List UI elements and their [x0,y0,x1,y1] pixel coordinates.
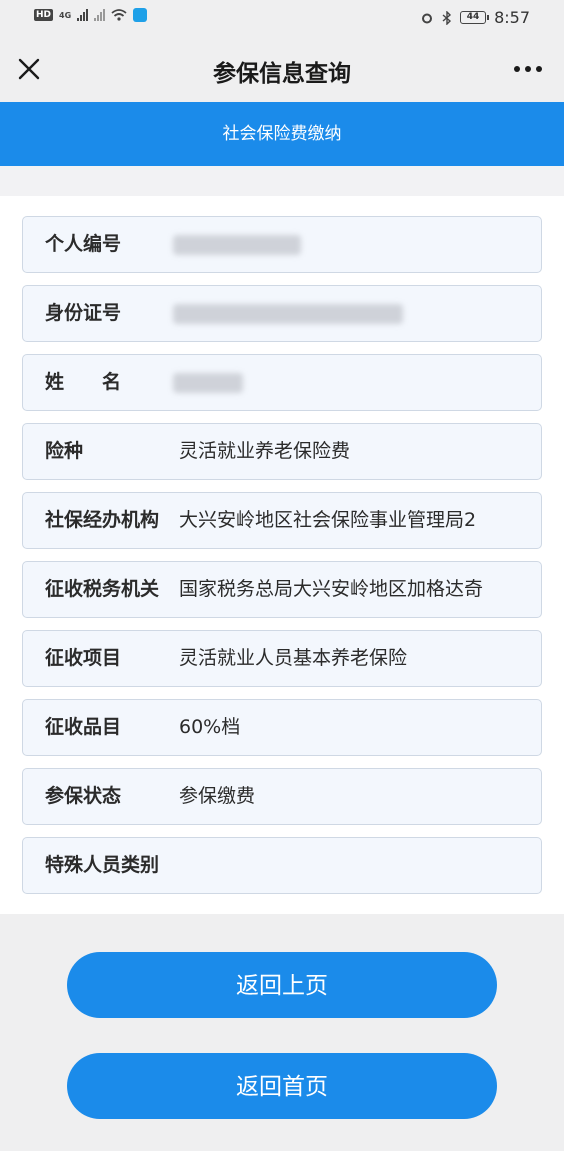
battery-icon: 44 [460,11,490,24]
info-panel: 个人编号 身份证号 姓 名 险种 灵活就业养老保险费 社保经办机构 大兴安岭地区… [0,196,564,914]
network-type: 4G [59,10,72,20]
divider-strip [0,166,564,196]
info-row-id-number: 身份证号 [22,285,542,342]
redacted-value [173,235,301,255]
field-label: 特殊人员类别 [45,854,160,876]
field-value: 60%档 [179,716,241,738]
field-label: 征收税务机关 [45,578,160,600]
bluetooth-icon [442,10,452,25]
info-row-levy-item: 征收项目 灵活就业人员基本养老保险 [22,630,542,687]
more-menu-icon[interactable] [514,66,542,72]
signal-icon [77,9,89,21]
back-home-button[interactable]: 返回首页 [67,1053,497,1119]
info-row-levy-category: 征收品目 60%档 [22,699,542,756]
field-label: 社保经办机构 [45,509,160,531]
info-row-personal-id: 个人编号 [22,216,542,273]
button-area: 返回上页 返回首页 [0,914,564,1151]
info-row-special-category: 特殊人员类别 [22,837,542,894]
info-row-insurance-type: 险种 灵活就业养老保险费 [22,423,542,480]
status-right: 44 8:57 [420,8,530,27]
redacted-value [173,373,243,393]
page-title: 参保信息查询 [213,61,351,87]
wifi-icon [111,9,127,21]
app-notification-icon [133,8,148,22]
field-value: 大兴安岭地区社会保险事业管理局2 [179,509,477,531]
field-label: 征收项目 [45,647,122,669]
field-value [179,838,529,893]
redacted-value [173,304,403,324]
section-banner: 社会保险费缴纳 [0,102,564,166]
clock: 8:57 [494,8,530,27]
hd-badge: HD [34,9,54,21]
info-row-name: 姓 名 [22,354,542,411]
field-label: 身份证号 [45,302,122,324]
signal-icon-2 [94,9,106,21]
field-label: 参保状态 [45,785,122,807]
field-label: 个人编号 [45,233,122,255]
back-previous-button[interactable]: 返回上页 [67,952,497,1018]
status-left: HD 4G [34,8,148,22]
field-value: 灵活就业人员基本养老保险 [179,647,408,669]
nav-bar: 参保信息查询 [0,36,564,102]
field-value: 参保缴费 [179,785,256,807]
field-value: 国家税务总局大兴安岭地区加格达奇 [179,578,484,600]
field-label: 姓 名 [45,371,122,393]
alarm-icon [422,13,433,23]
info-row-tax-authority: 征收税务机关 国家税务总局大兴安岭地区加格达奇 [22,561,542,618]
info-row-agency: 社保经办机构 大兴安岭地区社会保险事业管理局2 [22,492,542,549]
status-bar: HD 4G 44 8:57 [0,0,564,36]
field-value: 灵活就业养老保险费 [179,440,351,462]
field-label: 险种 [45,440,84,462]
info-row-status: 参保状态 参保缴费 [22,768,542,825]
field-label: 征收品目 [45,716,122,738]
